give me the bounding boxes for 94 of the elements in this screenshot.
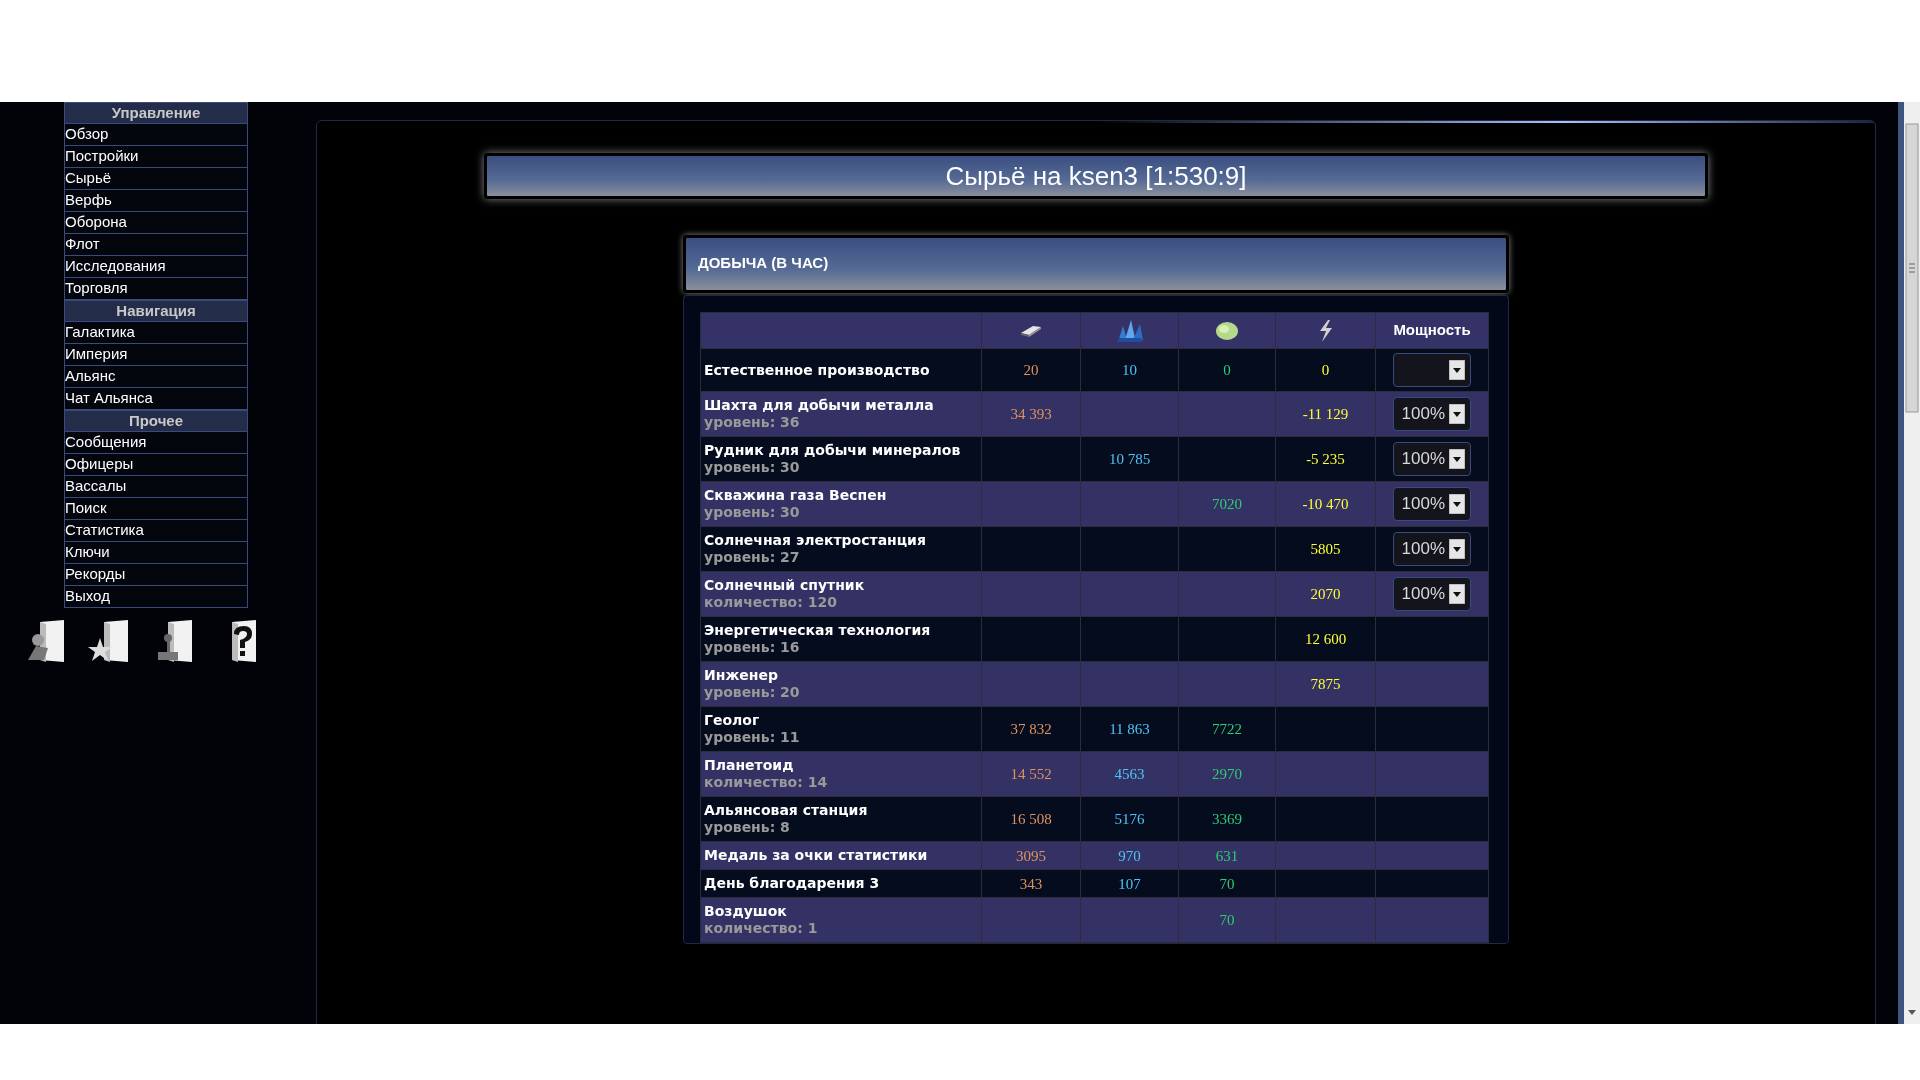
menu-link[interactable]: Поиск <box>64 498 248 520</box>
menu-link[interactable]: Ключи <box>64 542 248 564</box>
production-value: -10 470 <box>1302 496 1349 512</box>
menu-link[interactable]: Верфь <box>64 190 248 212</box>
menu-link[interactable]: Флот <box>64 234 248 256</box>
production-value: 11 863 <box>1109 721 1150 737</box>
power-select[interactable]: 100% <box>1393 397 1471 431</box>
production-value: 70 <box>1219 912 1235 928</box>
row-name: Геолог <box>704 712 761 729</box>
dropdown-arrow-icon <box>1449 404 1465 424</box>
row-level: уровень: 36 <box>704 414 801 431</box>
dropdown-arrow-icon <box>1449 494 1465 514</box>
menu-section-header: Управление <box>64 102 248 124</box>
production-value: 16 508 <box>1010 811 1052 827</box>
production-value: 7020 <box>1212 496 1242 512</box>
production-value: 70 <box>1219 875 1235 892</box>
production-value: 4563 <box>1114 766 1145 782</box>
menu-link[interactable]: Статистика <box>64 520 248 542</box>
production-value: 970 <box>1118 847 1141 864</box>
row-level: уровень: 30 <box>704 459 801 476</box>
menu-link[interactable]: Рекорды <box>64 564 248 586</box>
menu-link[interactable]: Торговля <box>64 278 248 300</box>
power-select[interactable] <box>1393 353 1471 387</box>
menu-link[interactable]: Офицеры <box>64 454 248 476</box>
menu-link[interactable]: Сообщения <box>64 432 248 454</box>
row-name: Естественное производство <box>704 361 931 379</box>
row-name: День благодарения 3 <box>704 875 881 892</box>
row-name: Медаль за очки статистики <box>704 847 929 864</box>
menu-link[interactable]: Исследования <box>64 256 248 278</box>
section-header-bar: ДОБЫЧА (В ЧАС) <box>683 235 1509 293</box>
production-value: -5 235 <box>1306 451 1345 467</box>
column-header: Мощность <box>1375 312 1489 349</box>
row-level: уровень: 27 <box>704 549 801 566</box>
menu-link[interactable]: Вассалы <box>64 476 248 498</box>
production-value: 10 <box>1122 362 1137 378</box>
dropdown-arrow-icon <box>1449 584 1465 604</box>
row-level: количество: 1 <box>704 920 819 937</box>
production-value: 107 <box>1118 875 1141 892</box>
power-select[interactable]: 100% <box>1393 442 1471 476</box>
dropdown-arrow-icon <box>1449 449 1465 469</box>
row-name: Энергетическая технология <box>704 622 932 639</box>
production-value: 7722 <box>1212 721 1242 737</box>
production-value: 14 552 <box>1010 766 1052 782</box>
row-name: Солнечная электростанция <box>704 532 927 549</box>
production-value: 631 <box>1215 847 1239 864</box>
row-name: Альянсовая станция <box>704 802 869 819</box>
power-select[interactable]: 100% <box>1393 532 1471 566</box>
row-name: Рудник для добычи минералов <box>704 442 962 459</box>
dropdown-arrow-icon <box>1449 539 1465 559</box>
production-value: 34 393 <box>1010 406 1052 422</box>
menu-section-header: Прочее <box>64 410 248 432</box>
menu-link[interactable]: Постройки <box>64 146 248 168</box>
production-value: 3369 <box>1212 811 1242 827</box>
row-name: Планетоид <box>704 757 795 774</box>
production-value: 7875 <box>1310 676 1341 692</box>
production-value: 2970 <box>1212 766 1242 782</box>
menu-link[interactable]: Империя <box>64 344 248 366</box>
menu-link[interactable]: Сырьё <box>64 168 248 190</box>
row-level: уровень: 8 <box>704 819 791 836</box>
row-level: количество: 120 <box>704 594 838 611</box>
production-value: 12 600 <box>1304 631 1347 647</box>
production-value: 2070 <box>1310 586 1341 602</box>
row-name: Инженер <box>704 667 779 684</box>
production-value: 3095 <box>1016 847 1046 864</box>
row-name: Воздушок <box>704 903 788 920</box>
row-name: Шахта для добычи металла <box>704 397 935 414</box>
menu-link[interactable]: Галактика <box>64 322 248 344</box>
menu-link[interactable]: Чат Альянса <box>64 388 248 410</box>
menu-section-header: Навигация <box>64 300 248 322</box>
row-level: уровень: 30 <box>704 504 801 521</box>
row-level: уровень: 11 <box>704 729 801 746</box>
production-value: 37 832 <box>1010 721 1052 737</box>
production-value: -11 129 <box>1302 406 1349 422</box>
dropdown-arrow-icon <box>1449 360 1465 380</box>
page-title-bar: Сырьё на ksen3 [1:530:9] <box>484 153 1708 199</box>
menu-link[interactable]: Выход <box>64 586 248 608</box>
row-level: количество: 14 <box>704 774 829 791</box>
production-value: 5176 <box>1114 811 1145 827</box>
production-value: 0 <box>1223 362 1231 378</box>
row-name: Скважина газа Веспен <box>704 487 888 504</box>
production-value: 0 <box>1321 362 1330 378</box>
power-select[interactable]: 100% <box>1393 487 1471 521</box>
production-value: 343 <box>1019 875 1043 892</box>
row-level: уровень: 16 <box>704 639 801 656</box>
row-name: Солнечный спутник <box>704 577 866 594</box>
menu-link[interactable]: Альянс <box>64 366 248 388</box>
menu-link[interactable]: Оборона <box>64 212 248 234</box>
power-select[interactable]: 100% <box>1393 577 1471 611</box>
gas-blob-icon <box>1214 319 1240 342</box>
row-level: уровень: 20 <box>704 684 801 701</box>
production-value: 10 785 <box>1108 451 1151 467</box>
menu-link[interactable]: Обзор <box>64 124 248 146</box>
production-value: 20 <box>1023 362 1039 378</box>
production-value: 5805 <box>1310 541 1341 557</box>
